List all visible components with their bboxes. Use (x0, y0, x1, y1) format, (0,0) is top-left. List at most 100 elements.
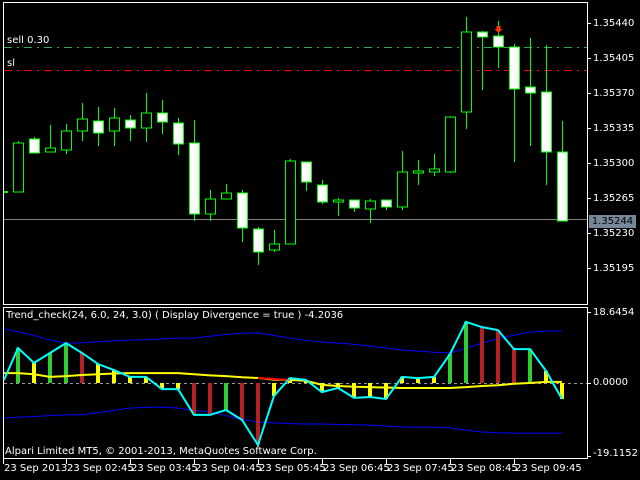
candle (61, 124, 72, 154)
candle (397, 151, 408, 210)
indicator-axis-min: -19.1152 (593, 448, 638, 459)
candle (125, 115, 136, 141)
indicator-axis-zero: 0.0000 (593, 377, 628, 388)
price-axis-label: 1.35300 (593, 157, 635, 169)
candle-body (237, 192, 248, 229)
sl-line-label: sl (7, 58, 15, 69)
candle-body (445, 116, 456, 173)
price-axis-label: 1.35335 (593, 122, 635, 134)
candle-body (141, 112, 152, 129)
candle-body (461, 31, 472, 113)
histogram-bar (192, 383, 196, 415)
candle (13, 141, 24, 193)
candle-body (477, 31, 488, 38)
candle-body (173, 122, 184, 145)
price-axis-label: 1.35195 (593, 262, 635, 274)
candle (445, 116, 456, 173)
candle-body (45, 147, 56, 153)
candle (221, 184, 232, 200)
candle (173, 118, 184, 155)
price-axis-label: 1.35405 (593, 52, 635, 64)
candle (269, 230, 280, 252)
histogram-bar (368, 383, 372, 398)
candle-body (189, 142, 200, 215)
candle-body (317, 184, 328, 203)
histogram-bar (208, 383, 212, 415)
candle (237, 190, 248, 242)
histogram-bar (448, 354, 452, 383)
candle (93, 107, 104, 146)
candle-body (381, 199, 392, 208)
histogram-bar (80, 352, 84, 383)
price-axis-label: 1.35265 (593, 192, 635, 204)
candle (45, 125, 56, 153)
time-axis-label: 23 Sep 03:45 (131, 463, 198, 474)
candle (253, 227, 264, 265)
candle (509, 44, 520, 162)
histogram-bar (112, 370, 116, 383)
candle-body (365, 200, 376, 210)
copyright-text: Alpari Limited MT5, © 2001-2013, MetaQuo… (5, 446, 317, 457)
indicator-title: Trend_check(24, 6.0, 24, 3.0) ( Display … (6, 310, 344, 321)
histogram-bar (352, 383, 356, 398)
candle-body (77, 118, 88, 132)
candle (381, 199, 392, 210)
histogram-bar (224, 383, 228, 410)
time-axis-label: 23 Sep 02:45 (67, 463, 134, 474)
candle-body (157, 112, 168, 123)
candle-body (493, 35, 504, 48)
candle-body (285, 160, 296, 245)
indicator-axis-max: 18.6454 (593, 307, 635, 318)
candle (333, 198, 344, 216)
histogram-bar (496, 330, 500, 383)
candle (557, 121, 568, 222)
sell-arrow-icon (494, 26, 503, 33)
indicator-chart (3, 320, 587, 448)
candle-body (13, 142, 24, 193)
candle-body (429, 168, 440, 173)
candle-body (397, 171, 408, 208)
time-axis-label: 23 Sep 07:45 (387, 463, 454, 474)
signal-divergence-segment (257, 377, 291, 381)
candle-body (349, 199, 360, 209)
candle (109, 108, 120, 146)
candle (205, 190, 216, 221)
candle-body (109, 117, 120, 132)
candle-body (221, 192, 232, 200)
chart-canvas[interactable] (0, 0, 640, 480)
candle-body (93, 120, 104, 134)
candle-body (269, 243, 280, 251)
candle-body (557, 151, 568, 222)
histogram-bar (32, 362, 36, 383)
histogram-bar (464, 321, 468, 383)
time-axis-label: 23 Sep 04:45 (195, 463, 262, 474)
candle (429, 154, 440, 176)
candle (189, 120, 200, 221)
time-axis-label: 23 Sep 05:45 (259, 463, 326, 474)
candle-body (525, 86, 536, 94)
candle-body (29, 138, 40, 154)
time-axis-label: 23 Sep 2013 (4, 463, 68, 474)
histogram-bar (512, 349, 516, 383)
time-axis-label: 23 Sep 09:45 (515, 463, 582, 474)
sell-line-label: sell 0.30 (7, 35, 50, 46)
candle (29, 137, 40, 154)
upper-band-line (3, 328, 562, 354)
candle (541, 45, 552, 185)
candle-body (509, 46, 520, 90)
time-axis-label: 23 Sep 08:45 (451, 463, 518, 474)
histogram-bar (240, 383, 244, 420)
candle-body (333, 199, 344, 203)
histogram-bar (256, 383, 260, 445)
partial-candle (4, 191, 8, 193)
histogram-bar (480, 327, 484, 383)
candle-body (61, 130, 72, 151)
candle (461, 17, 472, 129)
candle (477, 31, 488, 90)
candle-body (413, 170, 424, 174)
candle (525, 38, 536, 146)
lower-band-line (3, 406, 562, 434)
candle (413, 160, 424, 185)
histogram-bar (528, 349, 532, 383)
axes (3, 23, 591, 464)
